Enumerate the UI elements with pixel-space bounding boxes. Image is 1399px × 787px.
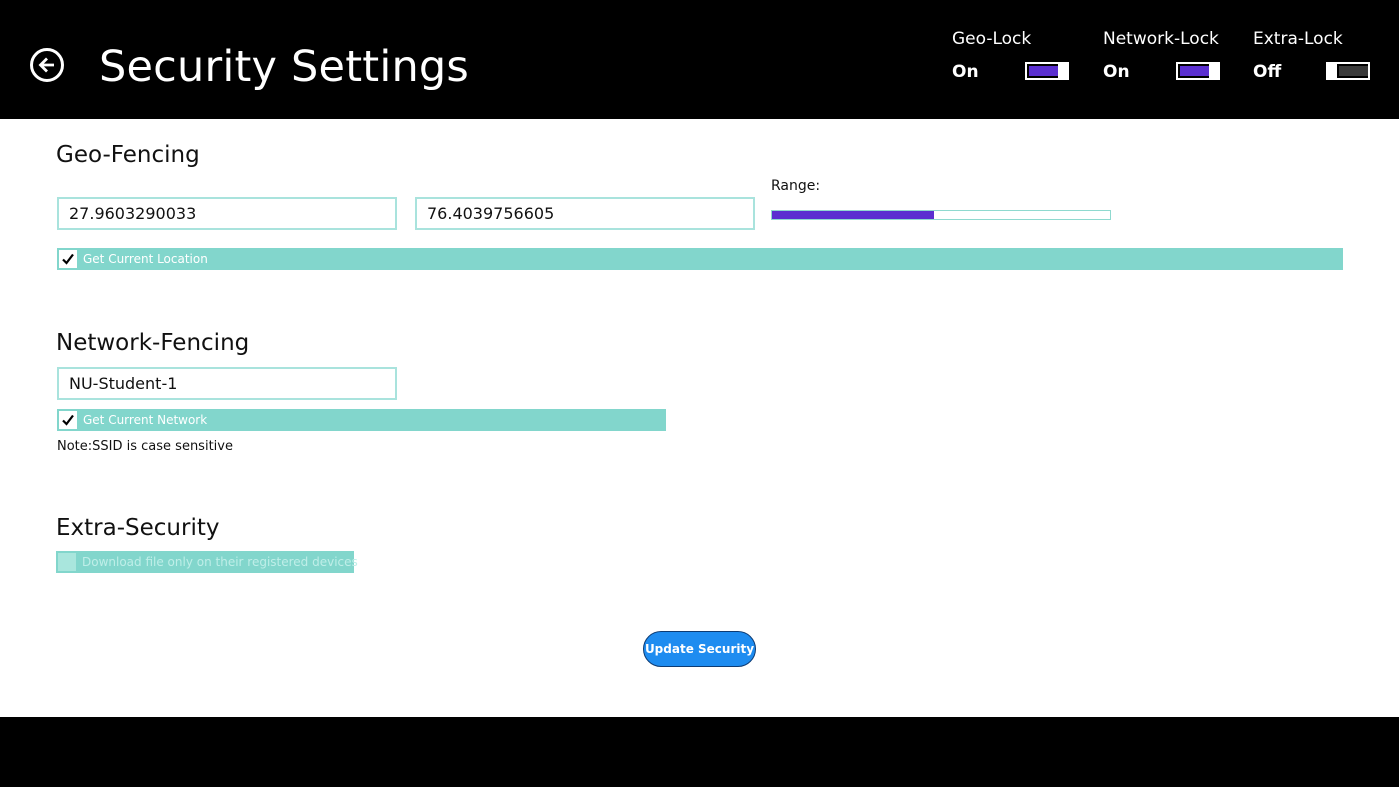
arrow-left-circle-icon (38, 57, 54, 73)
geo-lock-switch[interactable] (1025, 62, 1069, 80)
geo-fencing-title: Geo-Fencing (56, 142, 200, 168)
extra-lock-switch-thumb[interactable] (1328, 62, 1337, 80)
ssid-input[interactable] (57, 367, 397, 400)
geo-lock-label: Geo-Lock (952, 29, 1032, 49)
bottom-app-bar (0, 717, 1399, 787)
checkbox-box[interactable] (59, 411, 77, 429)
range-label: Range: (771, 178, 821, 194)
update-security-button[interactable]: Update Security (643, 631, 756, 667)
extra-lock-label: Extra-Lock (1253, 29, 1343, 49)
geo-lock-state: On (952, 62, 979, 82)
geo-lock-switch-fill (1029, 66, 1058, 76)
latitude-input[interactable] (57, 197, 397, 230)
checkbox-box[interactable] (58, 553, 76, 571)
extra-lock-state: Off (1253, 62, 1282, 82)
extra-lock-switch-fill (1339, 66, 1368, 76)
network-lock-toggle-group: Network-Lock On (1103, 27, 1233, 87)
checkbox-box[interactable] (59, 250, 77, 268)
registered-devices-label: Download file only on their registered d… (82, 555, 358, 569)
network-lock-switch-fill (1180, 66, 1209, 76)
range-slider[interactable] (771, 210, 1111, 220)
checkmark-icon (62, 414, 74, 426)
extra-lock-toggle-group: Extra-Lock Off (1253, 27, 1383, 87)
get-current-network-label: Get Current Network (83, 413, 208, 427)
get-current-location-checkbox[interactable]: Get Current Location (57, 248, 1343, 270)
longitude-input[interactable] (415, 197, 755, 230)
network-lock-state: On (1103, 62, 1130, 82)
geo-lock-toggle-group: Geo-Lock On (952, 27, 1082, 87)
range-slider-fill (772, 211, 935, 219)
geo-lock-switch-thumb[interactable] (1058, 62, 1067, 80)
network-lock-switch-thumb[interactable] (1209, 62, 1218, 80)
network-fencing-title: Network-Fencing (56, 330, 250, 356)
page-title: Security Settings (99, 42, 470, 92)
extra-security-title: Extra-Security (56, 515, 220, 541)
network-lock-label: Network-Lock (1103, 29, 1219, 49)
header-bar: Security Settings Geo-Lock On Network-Lo… (0, 0, 1399, 119)
get-current-location-label: Get Current Location (83, 252, 208, 266)
network-lock-switch[interactable] (1176, 62, 1220, 80)
extra-lock-switch[interactable] (1326, 62, 1370, 80)
ssid-note: Note:SSID is case sensitive (57, 439, 233, 454)
get-current-network-checkbox[interactable]: Get Current Network (57, 409, 666, 431)
back-button[interactable] (30, 48, 64, 82)
checkmark-icon (62, 253, 74, 265)
registered-devices-checkbox[interactable]: Download file only on their registered d… (56, 551, 358, 573)
